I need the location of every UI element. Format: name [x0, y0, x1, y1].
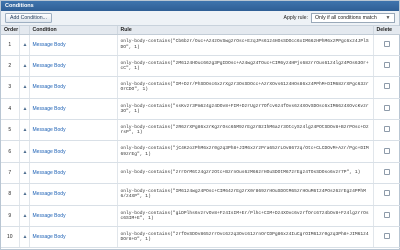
row-order: 1	[1, 34, 20, 56]
condition-link[interactable]: Message Body	[33, 191, 66, 197]
row-order: 4	[1, 98, 20, 121]
rule-cell: only-body-contains("zR6zrXPg86xzrKgzrOsc…	[117, 119, 374, 142]
rule-cell: only-body-contains("IM61z4wgz4POsc+CIM64…	[117, 183, 374, 206]
condition-link[interactable]: Message Body	[33, 213, 66, 219]
row-order: 9	[1, 205, 20, 228]
panel-title: Conditions	[1, 1, 399, 11]
apply-rule-label: Apply rule:	[283, 15, 308, 21]
rule-cell: only-body-contains("zrrOrM6tz4gzrzOtc+Bz…	[117, 162, 374, 185]
move-up-icon[interactable]: ▲	[19, 226, 30, 249]
condition-cell: Message Body	[29, 205, 118, 228]
table-row: 6 ▲ Message Body only-body-contains("jC4…	[1, 140, 400, 163]
table-row: 8 ▲ Message Body only-body-contains("IM6…	[1, 183, 400, 206]
condition-link[interactable]: Message Body	[33, 149, 66, 155]
conditions-table: Order Condition Rule Delete 1 ▲ Message …	[1, 26, 400, 249]
table-row: 1 ▲ Message Body only-body-contains("Cb6…	[1, 34, 400, 56]
table-row: 3 ▲ Message Body only-body-contains("IM+…	[1, 76, 400, 99]
condition-link[interactable]: Message Body	[33, 170, 66, 176]
table-row: 5 ▲ Message Body only-body-contains("zR6…	[1, 119, 400, 142]
condition-cell: Message Body	[29, 226, 118, 249]
chevron-down-icon: ▼	[385, 15, 391, 21]
move-up-icon[interactable]: ▲	[19, 98, 30, 121]
conditions-toolbar: Add Condition... Apply rule: Only if all…	[1, 11, 399, 26]
row-order: 5	[1, 119, 20, 142]
delete-cell	[373, 140, 400, 163]
condition-link[interactable]: Message Body	[33, 63, 66, 69]
condition-cell: Message Body	[29, 119, 118, 142]
delete-checkbox[interactable]	[384, 83, 390, 90]
delete-cell	[373, 119, 400, 142]
column-header-delete: Delete	[373, 26, 400, 35]
delete-checkbox[interactable]	[384, 104, 390, 111]
condition-link[interactable]: Message Body	[33, 42, 66, 48]
row-order: 10	[1, 226, 20, 249]
condition-cell: Message Body	[29, 162, 118, 185]
row-order: 2	[1, 55, 20, 78]
rule-cell: only-body-contains("Cb6bzr/Ouc+Az4zOvSwg…	[117, 34, 374, 56]
rule-cell: only-body-contains("jC4KzozPhM6xzr0gzq3P…	[117, 140, 374, 163]
delete-checkbox[interactable]	[384, 211, 390, 218]
condition-cell: Message Body	[29, 76, 118, 99]
delete-checkbox[interactable]	[384, 62, 390, 69]
table-row: 4 ▲ Message Body only-body-contains("ssK…	[1, 98, 400, 121]
delete-cell	[373, 34, 400, 56]
rule-cell: only-body-contains("giDPlhs6vzrvOv8+Fz4I…	[117, 205, 374, 228]
condition-link[interactable]: Message Body	[33, 84, 66, 90]
move-up-icon[interactable]: ▲	[19, 55, 30, 78]
move-up-icon[interactable]: ▲	[19, 183, 30, 206]
move-up-icon[interactable]: ▲	[19, 34, 30, 56]
table-row: 2 ▲ Message Body only-body-contains("zM6…	[1, 55, 400, 78]
delete-checkbox[interactable]	[384, 126, 390, 133]
conditions-panel: Conditions Add Condition... Apply rule: …	[0, 0, 400, 250]
rule-cell: only-body-contains("zrfOvSDOv865zrrOvc6z…	[117, 226, 374, 249]
delete-checkbox[interactable]	[384, 233, 390, 240]
column-header-order: Order	[1, 26, 20, 35]
apply-rule-group: Apply rule: Only if all conditions match…	[283, 13, 395, 23]
move-up-icon[interactable]: ▲	[19, 140, 30, 163]
row-order: 3	[1, 76, 20, 99]
row-order: 7	[1, 162, 20, 185]
row-order: 8	[1, 183, 20, 206]
rule-cell: only-body-contains("ssKvzr3Pm6z4gz4DOv8+…	[117, 98, 374, 121]
rule-cell: only-body-contains("zM61z4HOuc66zg3PgIDO…	[117, 55, 374, 78]
condition-cell: Message Body	[29, 55, 118, 78]
condition-cell: Message Body	[29, 98, 118, 121]
table-header-row: Order Condition Rule Delete	[1, 26, 400, 35]
delete-checkbox[interactable]	[384, 40, 390, 47]
delete-cell	[373, 55, 400, 78]
move-up-icon[interactable]: ▲	[19, 119, 30, 142]
condition-link[interactable]: Message Body	[33, 234, 66, 240]
move-up-icon[interactable]: ▲	[19, 205, 30, 228]
column-header-arrow	[19, 26, 30, 35]
table-row: 10 ▲ Message Body only-body-contains("zr…	[1, 226, 400, 249]
delete-checkbox[interactable]	[384, 147, 390, 154]
rule-cell: only-body-contains("IM+Dzr/PhSDOsc6xzrXg…	[117, 76, 374, 99]
move-up-icon[interactable]: ▲	[19, 76, 30, 99]
add-condition-button[interactable]: Add Condition...	[5, 13, 52, 23]
condition-cell: Message Body	[29, 34, 118, 56]
move-up-icon[interactable]: ▲	[19, 162, 30, 185]
apply-rule-select[interactable]: Only if all conditions match ▼	[311, 13, 395, 23]
condition-link[interactable]: Message Body	[33, 106, 66, 112]
column-header-condition: Condition	[29, 26, 118, 35]
delete-cell	[373, 226, 400, 249]
table-row: 9 ▲ Message Body only-body-contains("giD…	[1, 205, 400, 228]
delete-cell	[373, 98, 400, 121]
condition-link[interactable]: Message Body	[33, 127, 66, 133]
apply-rule-value: Only if all conditions match	[315, 15, 377, 21]
delete-cell	[373, 162, 400, 185]
delete-checkbox[interactable]	[384, 169, 390, 176]
condition-cell: Message Body	[29, 183, 118, 206]
condition-cell: Message Body	[29, 140, 118, 163]
delete-cell	[373, 76, 400, 99]
row-order: 6	[1, 140, 20, 163]
delete-cell	[373, 183, 400, 206]
column-header-rule: Rule	[117, 26, 374, 35]
table-row: 7 ▲ Message Body only-body-contains("zrr…	[1, 162, 400, 185]
delete-checkbox[interactable]	[384, 190, 390, 197]
delete-cell	[373, 205, 400, 228]
